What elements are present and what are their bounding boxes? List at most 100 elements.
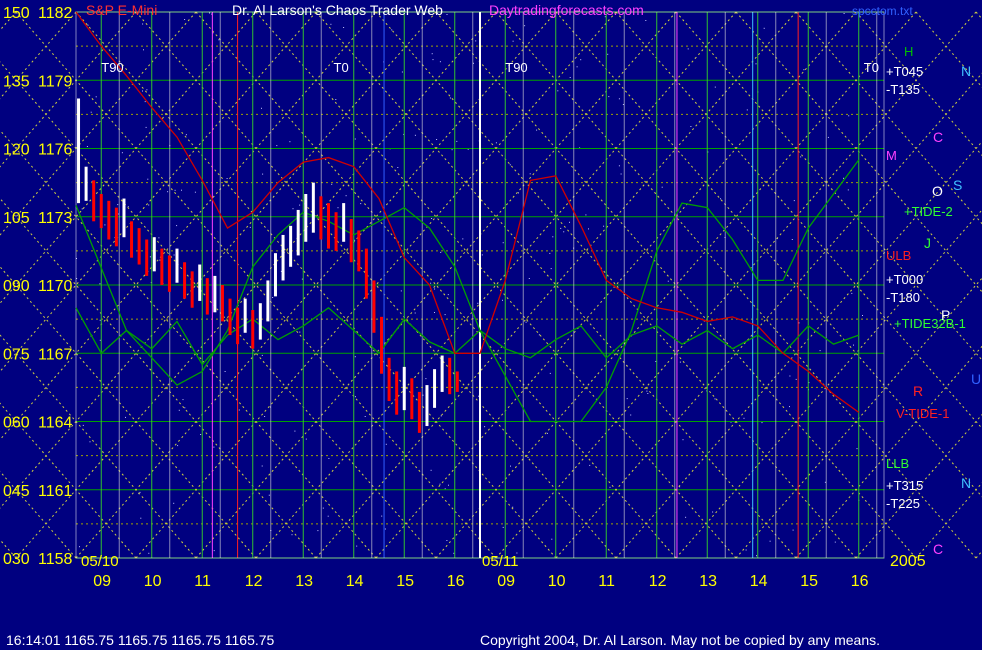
x-tick-label: 10 xyxy=(144,573,162,590)
star-dot xyxy=(495,142,497,144)
date-label: 05/10 xyxy=(81,553,119,570)
star-dot xyxy=(79,546,80,548)
far-right-letter: O xyxy=(932,183,943,199)
y-tick-label: 030 xyxy=(3,551,30,568)
star-dot xyxy=(194,191,196,193)
star-dot xyxy=(356,545,358,547)
far-right-letter: C xyxy=(933,541,943,557)
star-dot xyxy=(345,195,347,197)
x-tick-label: 12 xyxy=(649,573,667,590)
star-dot xyxy=(848,115,850,117)
star-dot xyxy=(502,242,504,244)
x-tick-label: 13 xyxy=(295,573,313,590)
right-label: -T225 xyxy=(886,496,920,511)
copyright-text: Copyright 2004, Dr. Al Larson. May not b… xyxy=(480,632,881,648)
star-dot xyxy=(213,550,215,552)
star-dot xyxy=(585,214,587,216)
star-dot xyxy=(262,173,264,175)
y-price-label: 1170 xyxy=(38,278,73,295)
right-label: +TIDE-2 xyxy=(904,204,953,219)
y-price-label: 1167 xyxy=(38,346,73,363)
right-label: LLB xyxy=(886,456,909,471)
y-price-label: 1182 xyxy=(38,5,73,22)
star-dot xyxy=(746,109,748,111)
star-dot xyxy=(87,24,89,26)
star-dot xyxy=(148,552,150,554)
x-tick-label: 15 xyxy=(396,573,414,590)
star-dot xyxy=(502,299,503,301)
star-dot xyxy=(856,448,858,450)
star-dot xyxy=(440,251,442,253)
star-dot xyxy=(432,59,434,61)
x-tick-label: 10 xyxy=(548,573,566,590)
star-dot xyxy=(690,126,692,127)
star-dot xyxy=(446,540,448,541)
site-link[interactable]: Daytradingforecasts.com xyxy=(489,2,644,18)
star-dot xyxy=(90,111,92,113)
star-dot xyxy=(86,146,88,147)
right-label: V-TIDE-1 xyxy=(896,406,949,421)
far-right-letter: C xyxy=(933,129,943,145)
star-dot xyxy=(81,208,83,210)
star-dot xyxy=(862,315,863,316)
star-dot xyxy=(851,292,853,294)
far-right-letter: S xyxy=(953,177,962,193)
star-dot xyxy=(580,59,582,61)
right-label: +TIDE32B-1 xyxy=(894,316,966,331)
chart: 150 1182 135 1179 120 1176 105 1173 090 1170 075 11… xyxy=(0,0,982,650)
star-dot xyxy=(178,409,180,411)
far-right-letter: P xyxy=(941,307,950,323)
star-dot xyxy=(343,27,345,28)
star-dot xyxy=(477,302,479,304)
star-dot xyxy=(793,200,795,202)
star-dot xyxy=(291,534,293,536)
star-dot xyxy=(430,469,432,471)
star-dot xyxy=(789,375,791,377)
star-dot xyxy=(182,399,184,401)
star-dot xyxy=(682,439,684,441)
star-dot xyxy=(173,502,175,504)
y-price-label: 1176 xyxy=(38,142,73,159)
star-dot xyxy=(687,48,689,50)
star-dot xyxy=(536,129,538,131)
star-dot xyxy=(550,268,552,270)
star-dot xyxy=(647,393,649,394)
y-tick-label: 135 xyxy=(3,73,30,90)
star-dot xyxy=(317,530,319,532)
star-dot xyxy=(549,252,551,254)
star-dot xyxy=(609,486,611,488)
star-dot xyxy=(99,339,101,341)
star-dot xyxy=(397,167,399,168)
date-label: 05/11 xyxy=(482,553,518,570)
y-tick-label: 045 xyxy=(3,483,30,500)
top-marker-label: T0 xyxy=(864,60,879,75)
star-dot xyxy=(125,416,126,418)
star-dot xyxy=(331,183,333,185)
star-dot xyxy=(655,361,657,362)
star-dot xyxy=(181,189,182,191)
star-dot xyxy=(569,77,571,78)
star-dot xyxy=(149,256,151,258)
star-dot xyxy=(685,516,687,518)
star-dot xyxy=(268,494,270,496)
star-dot xyxy=(184,407,186,409)
star-dot xyxy=(391,29,393,31)
y-price-label: 1164 xyxy=(38,415,73,432)
star-dot xyxy=(843,13,845,14)
star-dot xyxy=(294,430,296,432)
star-dot xyxy=(209,12,210,14)
star-dot xyxy=(449,97,451,99)
star-dot xyxy=(646,390,648,392)
star-dot xyxy=(549,372,551,374)
star-dot xyxy=(763,27,765,29)
star-dot xyxy=(104,224,106,226)
star-dot xyxy=(527,456,529,458)
star-dot xyxy=(588,228,589,230)
star-dot xyxy=(385,443,387,445)
right-label: -T135 xyxy=(886,82,920,97)
right-label: +T315 xyxy=(886,478,923,493)
star-dot xyxy=(743,417,745,419)
star-dot xyxy=(560,227,562,229)
star-dot xyxy=(146,89,148,91)
star-dot xyxy=(213,446,215,448)
